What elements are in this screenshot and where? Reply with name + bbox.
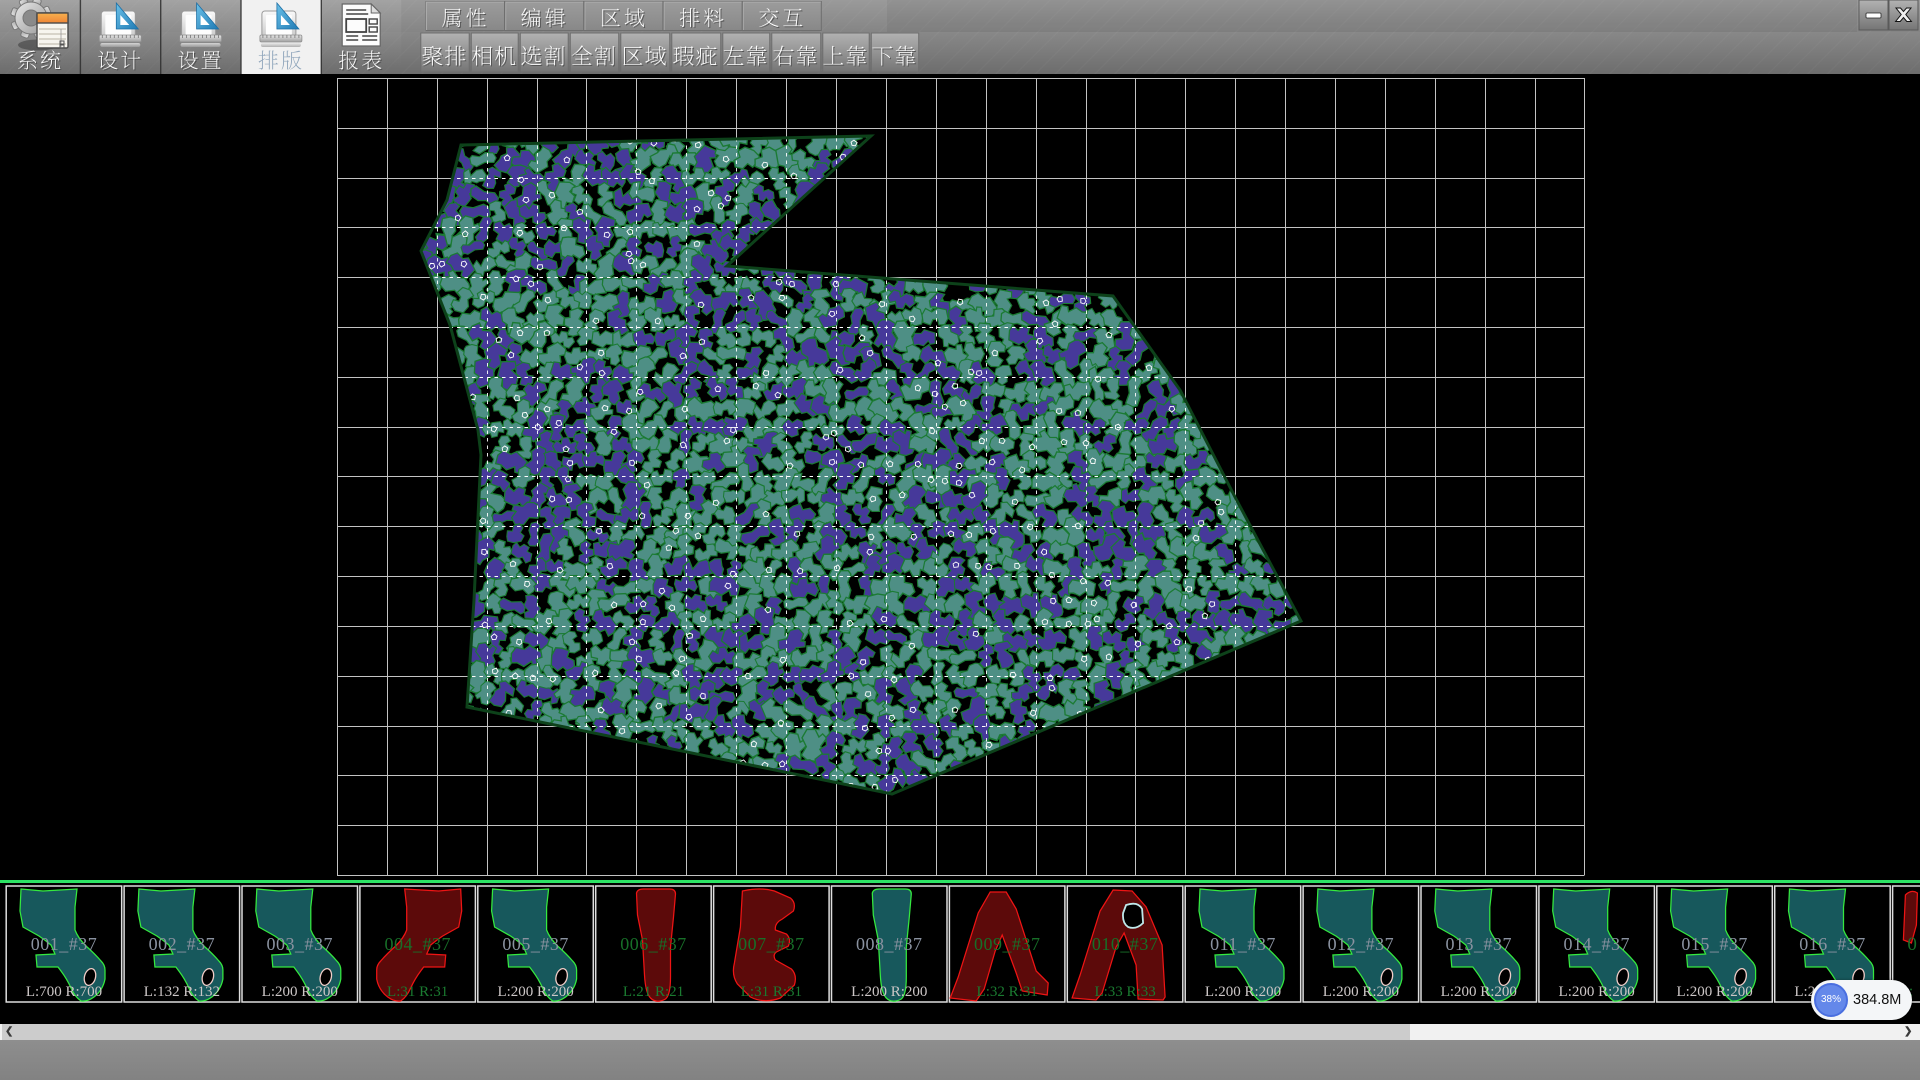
svg-text:L:132 R:132: L:132 R:132 <box>144 984 220 1000</box>
svg-text:005_#37: 005_#37 <box>502 934 568 954</box>
svg-text:L:200 R:200: L:200 R:200 <box>1559 984 1635 1000</box>
svg-text:009_#37: 009_#37 <box>974 934 1040 954</box>
svg-text:008_#37: 008_#37 <box>856 934 923 954</box>
svg-text:011_#37: 011_#37 <box>1210 934 1276 954</box>
svg-text:007_#37: 007_#37 <box>738 934 805 954</box>
svg-text:L:200 R:200: L:200 R:200 <box>1441 984 1517 1000</box>
svg-text:L:31 R:31: L:31 R:31 <box>387 984 448 1000</box>
svg-text:0: 0 <box>1907 934 1917 955</box>
svg-text:016_#37: 016_#37 <box>1799 934 1866 954</box>
svg-text:L:32 R:31: L:32 R:31 <box>977 984 1038 1000</box>
svg-text:L:33 R:33: L:33 R:33 <box>1094 984 1155 1000</box>
svg-text:L:200 R:200: L:200 R:200 <box>1323 984 1399 1000</box>
svg-text:L:31 R:31: L:31 R:31 <box>741 984 802 1000</box>
svg-text:003_#37: 003_#37 <box>267 934 334 954</box>
svg-text:015_#37: 015_#37 <box>1681 934 1748 954</box>
svg-text:L:700 R:700: L:700 R:700 <box>26 984 102 1000</box>
svg-text:L:200 R:200: L:200 R:200 <box>851 984 927 1000</box>
svg-text:014_#37: 014_#37 <box>1563 934 1630 954</box>
svg-text:L:200 R:200: L:200 R:200 <box>1205 984 1281 1000</box>
svg-text:012_#37: 012_#37 <box>1328 934 1395 954</box>
svg-text:L:200 R:200: L:200 R:200 <box>1676 984 1752 1000</box>
svg-text:010_#37: 010_#37 <box>1092 934 1159 954</box>
svg-text:004_#37: 004_#37 <box>384 934 451 954</box>
svg-text:002_#37: 002_#37 <box>149 934 216 954</box>
svg-text:013_#37: 013_#37 <box>1446 934 1513 954</box>
svg-text:L:21 R:21: L:21 R:21 <box>623 984 684 1000</box>
svg-text:001_#37: 001_#37 <box>31 934 98 954</box>
svg-text:L:200 R:200: L:200 R:200 <box>497 984 573 1000</box>
svg-text:006_#37: 006_#37 <box>620 934 687 954</box>
svg-text:L:200 R:200: L:200 R:200 <box>262 984 338 1000</box>
